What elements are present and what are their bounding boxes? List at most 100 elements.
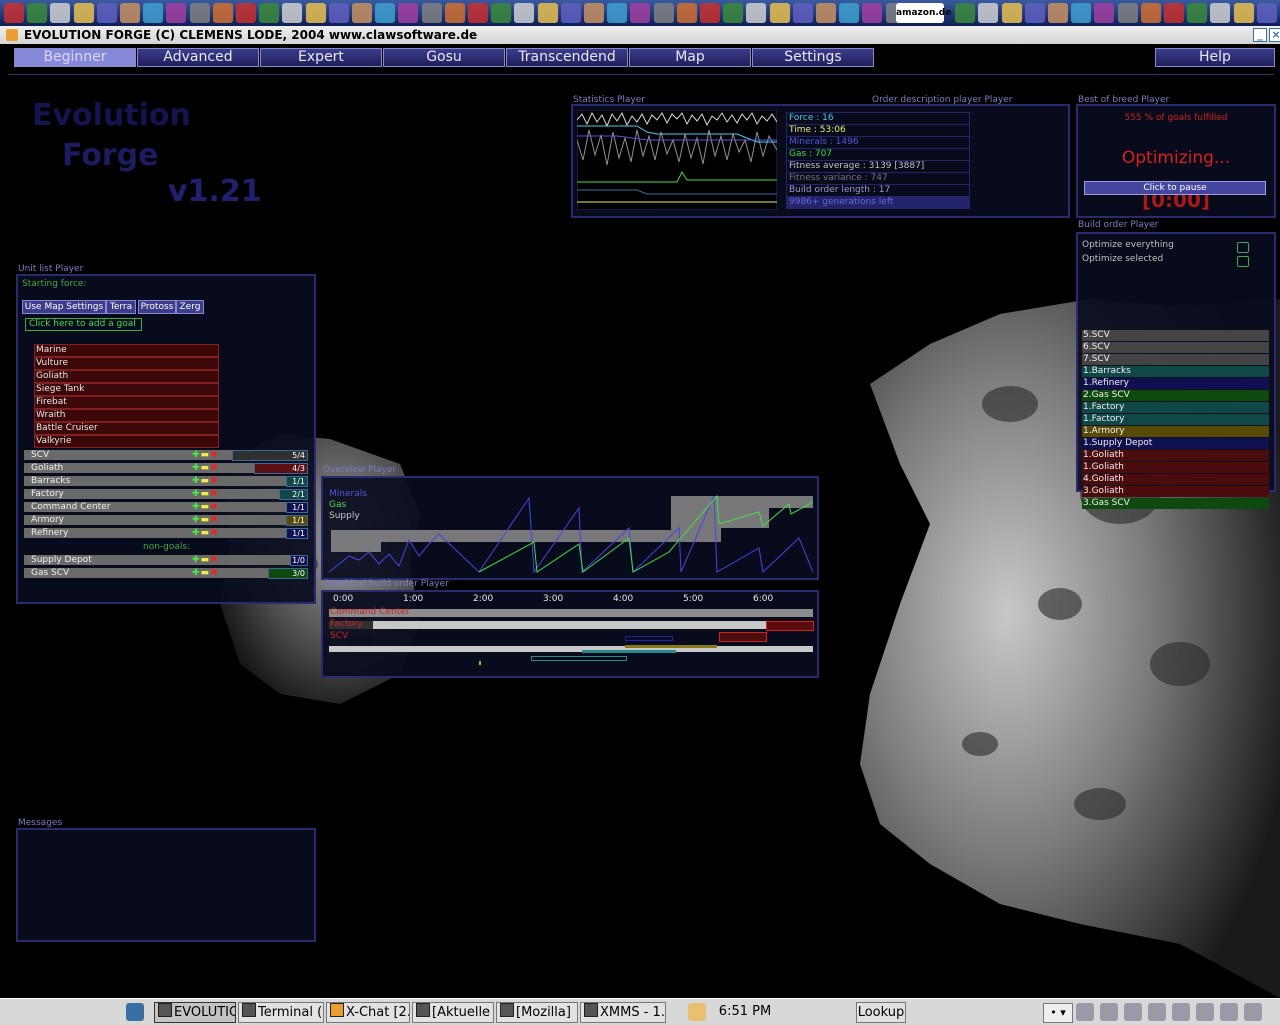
unit-row[interactable]: Command Center ✚▬✖ 1/1 bbox=[24, 502, 308, 513]
launcher-icon[interactable] bbox=[491, 3, 512, 23]
launcher-icon[interactable] bbox=[676, 3, 697, 23]
build-order-item[interactable]: 4.Goliath bbox=[1082, 474, 1269, 485]
delete-icon[interactable]: ✖ bbox=[210, 502, 218, 512]
add-icon[interactable]: ✚ bbox=[192, 528, 200, 538]
launcher-icon[interactable] bbox=[723, 3, 744, 23]
add-icon[interactable]: ✚ bbox=[192, 568, 200, 578]
launcher-icon[interactable] bbox=[1048, 3, 1068, 23]
launcher-icon[interactable] bbox=[700, 3, 720, 23]
remove-icon[interactable]: ▬ bbox=[201, 528, 210, 538]
launcher-icon[interactable] bbox=[514, 3, 535, 23]
tray-icon[interactable] bbox=[1220, 1003, 1238, 1021]
remove-icon[interactable]: ▬ bbox=[201, 568, 210, 578]
launcher-icon[interactable] bbox=[398, 3, 419, 23]
tray-icon[interactable] bbox=[1124, 1003, 1142, 1021]
remove-icon[interactable]: ▬ bbox=[201, 515, 210, 525]
remove-icon[interactable]: ▬ bbox=[201, 489, 210, 499]
launcher-icon[interactable] bbox=[607, 3, 628, 23]
build-order-item[interactable]: 7.SCV bbox=[1082, 354, 1269, 365]
help-button[interactable]: Help bbox=[1155, 48, 1275, 67]
amazon-icon[interactable]: amazon.de bbox=[896, 3, 951, 23]
tray-icon[interactable] bbox=[1148, 1003, 1166, 1021]
add-icon[interactable]: ✚ bbox=[192, 555, 200, 565]
launcher-icon[interactable] bbox=[352, 3, 372, 23]
launcher-icon[interactable] bbox=[27, 3, 48, 23]
launcher-icon[interactable] bbox=[1094, 3, 1115, 23]
goal-unit-item[interactable]: Goliath bbox=[34, 370, 219, 383]
pause-button[interactable]: Click to pause bbox=[1084, 181, 1266, 195]
tab-settings[interactable]: Settings bbox=[752, 48, 874, 67]
unit-row[interactable]: Supply Depot ✚▬✖ 1/0 bbox=[24, 555, 308, 566]
launcher-icon[interactable] bbox=[212, 3, 233, 23]
launcher-icon[interactable] bbox=[560, 3, 581, 23]
launcher-icon[interactable] bbox=[839, 3, 860, 23]
zerg-button[interactable]: Zerg bbox=[176, 300, 204, 314]
launcher-icon[interactable] bbox=[537, 3, 558, 23]
folder-icon[interactable] bbox=[688, 1003, 706, 1021]
optimize-everything-checkbox[interactable] bbox=[1237, 242, 1249, 253]
build-order-item[interactable]: 1.Goliath bbox=[1082, 450, 1269, 461]
delete-icon[interactable]: ✖ bbox=[210, 515, 218, 525]
build-order-item[interactable]: 1.Factory bbox=[1082, 414, 1269, 425]
delete-icon[interactable]: ✖ bbox=[210, 476, 218, 486]
build-order-item[interactable]: 1.Supply Depot bbox=[1082, 438, 1269, 449]
add-icon[interactable]: ✚ bbox=[192, 515, 200, 525]
launcher-icon[interactable] bbox=[282, 3, 303, 23]
protoss-button[interactable]: Protoss bbox=[138, 300, 176, 314]
launcher-icon[interactable] bbox=[328, 3, 349, 23]
launcher-icon[interactable] bbox=[166, 3, 187, 23]
unit-row[interactable]: Factory ✚▬✖ 2/1 bbox=[24, 489, 308, 500]
delete-icon[interactable]: ✖ bbox=[210, 450, 218, 460]
build-order-item[interactable]: 3.Gas SCV bbox=[1082, 498, 1269, 509]
goal-unit-item[interactable]: Vulture bbox=[34, 357, 219, 370]
unit-row[interactable]: Barracks ✚▬✖ 1/1 bbox=[24, 476, 308, 487]
launcher-icon[interactable] bbox=[1117, 3, 1138, 23]
tray-icon[interactable] bbox=[1244, 1003, 1262, 1021]
add-icon[interactable]: ✚ bbox=[192, 450, 200, 460]
remove-icon[interactable]: ▬ bbox=[201, 555, 210, 565]
launcher-icon[interactable] bbox=[259, 3, 280, 23]
remove-icon[interactable]: ▬ bbox=[201, 502, 210, 512]
launcher-icon[interactable] bbox=[375, 3, 396, 23]
add-icon[interactable]: ✚ bbox=[192, 463, 200, 473]
tab-advanced[interactable]: Advanced bbox=[137, 48, 259, 67]
unit-row[interactable]: Refinery ✚▬✖ 1/1 bbox=[24, 528, 308, 539]
delete-icon[interactable]: ✖ bbox=[210, 463, 218, 473]
launcher-icon[interactable] bbox=[468, 3, 488, 23]
remove-icon[interactable]: ▬ bbox=[201, 476, 210, 486]
launcher-icon[interactable] bbox=[1210, 3, 1231, 23]
launcher-icon[interactable] bbox=[236, 3, 256, 23]
task-mozilla[interactable]: [Mozilla] bbox=[496, 1002, 578, 1023]
build-order-item[interactable]: 1.Armory bbox=[1082, 426, 1269, 437]
delete-icon[interactable]: ✖ bbox=[210, 568, 218, 578]
goal-unit-item[interactable]: Siege Tank bbox=[34, 383, 219, 396]
unit-row[interactable]: Goliath ✚▬✖ 4/3 bbox=[24, 463, 308, 474]
build-order-item[interactable]: 3.Goliath bbox=[1082, 486, 1269, 497]
launcher-icon[interactable] bbox=[73, 3, 94, 23]
terra-button[interactable]: Terra bbox=[106, 300, 136, 314]
tab-expert[interactable]: Expert bbox=[260, 48, 382, 67]
launcher-icon[interactable] bbox=[1001, 3, 1022, 23]
goal-unit-item[interactable]: Wraith bbox=[34, 409, 219, 422]
delete-icon[interactable]: ✖ bbox=[210, 555, 218, 565]
launcher-icon[interactable] bbox=[1256, 3, 1277, 23]
remove-icon[interactable]: ▬ bbox=[201, 450, 210, 460]
lookup-button[interactable]: Lookup bbox=[856, 1002, 906, 1023]
remove-icon[interactable]: ▬ bbox=[201, 463, 210, 473]
launcher-icon[interactable] bbox=[1233, 3, 1254, 23]
launcher-icon[interactable] bbox=[305, 3, 326, 23]
add-icon[interactable]: ✚ bbox=[192, 476, 200, 486]
tray-icon[interactable] bbox=[1172, 1003, 1190, 1021]
unit-row[interactable]: Armory ✚▬✖ 1/1 bbox=[24, 515, 308, 526]
launcher-icon[interactable] bbox=[143, 3, 164, 23]
delete-icon[interactable]: ✖ bbox=[210, 528, 218, 538]
unit-row[interactable]: Gas SCV ✚▬✖ 3/0 bbox=[24, 568, 308, 579]
launcher-icon[interactable] bbox=[792, 3, 813, 23]
minimize-button[interactable]: _ bbox=[1253, 28, 1267, 42]
goal-unit-item[interactable]: Marine bbox=[34, 344, 219, 357]
add-icon[interactable]: ✚ bbox=[192, 489, 200, 499]
add-icon[interactable]: ✚ bbox=[192, 502, 200, 512]
close-button[interactable]: × bbox=[1269, 28, 1280, 42]
build-order-item[interactable]: 5.SCV bbox=[1082, 330, 1269, 341]
add-goal-button[interactable]: Click here to add a goal bbox=[25, 318, 142, 331]
